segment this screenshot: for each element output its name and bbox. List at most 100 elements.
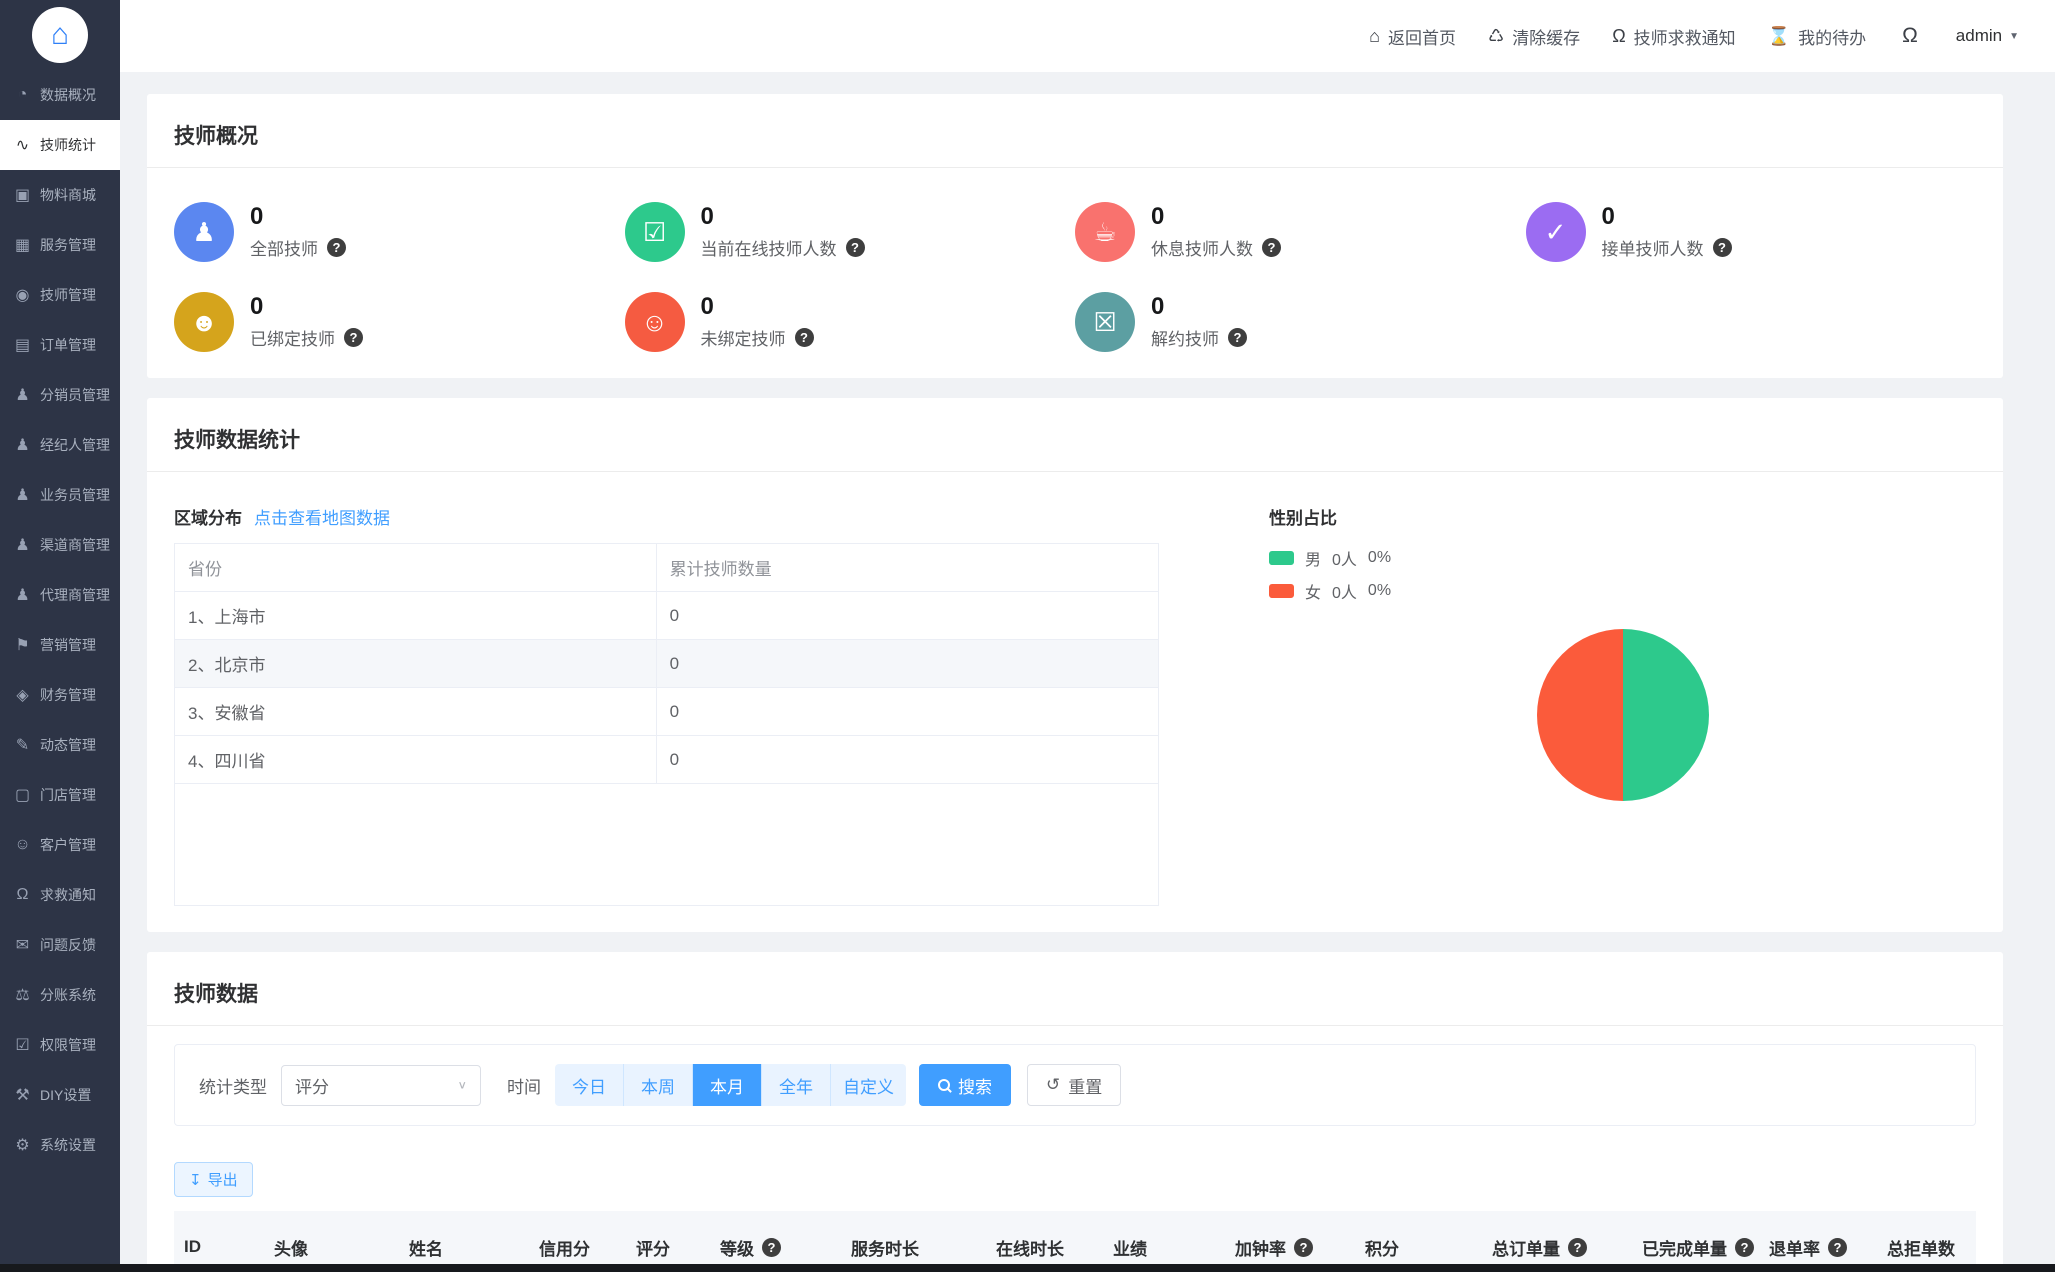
time-option-1[interactable]: 今日 (555, 1064, 624, 1106)
stat-type-select[interactable]: 评分 ∨ (281, 1064, 481, 1106)
sidebar-item-19[interactable]: ⚖ 分账系统 (0, 970, 120, 1020)
export-button[interactable]: ↧ 导出 (174, 1162, 253, 1197)
alarm-icon: Ω (1612, 25, 1626, 46)
help-icon[interactable]: ? (794, 328, 814, 348)
person-icon: ♟ (15, 587, 30, 604)
topbar-item-4[interactable]: ⌛ 我的待办 (1768, 24, 1866, 49)
count-cell: 0 (669, 701, 680, 721)
column-header-7: 服务时长 (841, 1235, 986, 1260)
sidebar-item-9[interactable]: ♟ 业务员管理 (0, 470, 120, 520)
sidebar-item-5[interactable]: ◉ 技师管理 (0, 270, 120, 320)
column-header-label: ID (184, 1237, 201, 1256)
ledger-icon: ⚖ (15, 987, 30, 1004)
person-icon: ♟ (15, 537, 30, 554)
help-icon[interactable]: ? (344, 328, 363, 348)
table-row[interactable]: 2、北京市 0 (175, 640, 1158, 688)
help-icon[interactable]: ? (1828, 1237, 1847, 1257)
stat-info: 0 全部技师? (250, 203, 346, 260)
help-icon[interactable]: ? (327, 238, 346, 258)
sidebar-item-20[interactable]: ☑ 权限管理 (0, 1020, 120, 1070)
sidebar-item-10[interactable]: ♟ 渠道商管理 (0, 520, 120, 570)
divider (147, 471, 2003, 472)
sidebar-item-16[interactable]: ☺ 客户管理 (0, 820, 120, 870)
sidebar-item-14[interactable]: ✎ 动态管理 (0, 720, 120, 770)
table-row[interactable]: 4、四川省 0 (175, 736, 1158, 784)
search-button[interactable]: 搜索 (919, 1064, 1011, 1106)
sidebar-item-2[interactable]: ∿ 技师统计 (0, 120, 120, 170)
time-option-5[interactable]: 自定义 (831, 1064, 906, 1106)
logo[interactable]: ⌂ (0, 0, 120, 70)
sidebar-item-label: 经纪人管理 (40, 437, 110, 453)
sidebar-item-21[interactable]: ⚒ DIY设置 (0, 1070, 120, 1120)
gender-pie-chart (1536, 629, 1709, 801)
sidebar-item-15[interactable]: ▢ 门店管理 (0, 770, 120, 820)
column-header-label: 已完成单量 (1642, 1239, 1727, 1259)
topbar-item-3[interactable]: Ω 技师求救通知 (1612, 24, 1735, 49)
stat-item: ☺ 0 未绑定技师? (624, 292, 1076, 352)
logo-circle[interactable]: ⌂ (32, 7, 88, 63)
topbar-item-2[interactable]: ♺ 清除缓存 (1488, 24, 1580, 49)
stat-item: ✓ 0 接单技师人数? (1525, 202, 1977, 262)
table-row[interactable]: 1、上海市 0 (175, 592, 1158, 640)
column-header-11: 积分 (1355, 1235, 1482, 1260)
topbar-item-1[interactable]: ⌂ 返回首页 (1369, 24, 1456, 49)
order-doc-icon: ✓ (1525, 202, 1586, 262)
legend-swatch (1269, 584, 1294, 598)
sidebar-item-18[interactable]: ✉ 问题反馈 (0, 920, 120, 970)
reset-button[interactable]: ↺ 重置 (1027, 1064, 1122, 1106)
chevron-down-icon: ∨ (457, 1078, 467, 1091)
help-icon[interactable]: ? (1712, 238, 1732, 258)
legend-item[interactable]: 女 0人 0% (1269, 579, 1976, 603)
sidebar-item-label: 客户管理 (40, 837, 96, 853)
column-header-4: 信用分 (529, 1235, 626, 1260)
legend-count: 0人 (1332, 552, 1357, 569)
help-icon[interactable]: ? (1228, 328, 1247, 348)
stat-item: ☑ 0 当前在线技师人数? (624, 202, 1076, 262)
stat-info: 0 休息技师人数? (1151, 203, 1281, 260)
tech-data-card: 技师数据 统计类型 评分 ∨ 时间 今日 本周 本月 全年 自定义 搜索 ↺ 重… (147, 952, 2003, 1272)
help-icon[interactable]: ? (1262, 238, 1281, 258)
time-label: 时间 (507, 1077, 541, 1097)
time-option-2[interactable]: 本周 (624, 1064, 693, 1106)
legend-count: 0人 (1332, 585, 1357, 602)
time-option-3[interactable]: 本月 (693, 1064, 762, 1106)
compass-icon: ✎ (15, 737, 30, 754)
help-icon[interactable]: ? (1568, 1237, 1587, 1257)
column-header-1: ID (174, 1237, 264, 1257)
sidebar-item-8[interactable]: ♟ 经纪人管理 (0, 420, 120, 470)
sidebar-item-1[interactable]: ◔ 数据概况 (0, 70, 120, 120)
help-icon[interactable]: ? (845, 238, 865, 258)
help-icon[interactable]: ? (1294, 1237, 1313, 1257)
time-option-4[interactable]: 全年 (762, 1064, 831, 1106)
region-table-empty-area (175, 784, 1158, 905)
sidebar-item-4[interactable]: ▦ 服务管理 (0, 220, 120, 270)
sidebar-item-7[interactable]: ♟ 分销员管理 (0, 370, 120, 420)
sidebar-item-6[interactable]: ▤ 订单管理 (0, 320, 120, 370)
stat-item: ☒ 0 解约技师? (1075, 292, 1526, 352)
topbar-links: ⌂ 返回首页 ♺ 清除缓存 Ω 技师求救通知 ⌛ 我的待办 (1369, 24, 1866, 49)
sidebar-item-3[interactable]: ▣ 物料商城 (0, 170, 120, 220)
user-menu[interactable]: admin ▼ (1956, 26, 2019, 46)
legend-item[interactable]: 男 0人 0% (1269, 546, 1976, 570)
sidebar-item-17[interactable]: Ω 求救通知 (0, 870, 120, 920)
finance-icon: ◈ (16, 687, 29, 704)
bell-icon: Ω (16, 886, 29, 903)
region-distribution-block: 区域分布 点击查看地图数据 省份 累计技师数量 1、上海市 0 2、北京市 0 3、安徽省 0… (174, 504, 1159, 906)
stat-item: ♟ 0 全部技师? (174, 202, 625, 262)
sidebar-item-11[interactable]: ♟ 代理商管理 (0, 570, 120, 620)
sidebar-item-12[interactable]: ⚑ 营销管理 (0, 620, 120, 670)
notification-bell-icon[interactable]: Ω (1902, 24, 1918, 48)
region-table: 省份 累计技师数量 1、上海市 0 2、北京市 0 3、安徽省 0 4、四川省 0 (174, 543, 1159, 906)
sidebar-item-label: 分销员管理 (40, 387, 110, 403)
stat-item: ☕ 0 休息技师人数? (1075, 202, 1526, 262)
person-icon: ♟ (15, 387, 30, 404)
view-map-link[interactable]: 点击查看地图数据 (254, 504, 390, 529)
sidebar-item-13[interactable]: ◈ 财务管理 (0, 670, 120, 720)
users-icon: ♟ (174, 202, 234, 262)
column-header-10: 加钟率? (1225, 1235, 1355, 1260)
help-icon[interactable]: ? (1735, 1237, 1754, 1257)
help-icon[interactable]: ? (762, 1237, 781, 1257)
sidebar-item-22[interactable]: ⚙ 系统设置 (0, 1120, 120, 1170)
column-header-label: 姓名 (409, 1239, 443, 1259)
table-row[interactable]: 3、安徽省 0 (175, 688, 1158, 736)
